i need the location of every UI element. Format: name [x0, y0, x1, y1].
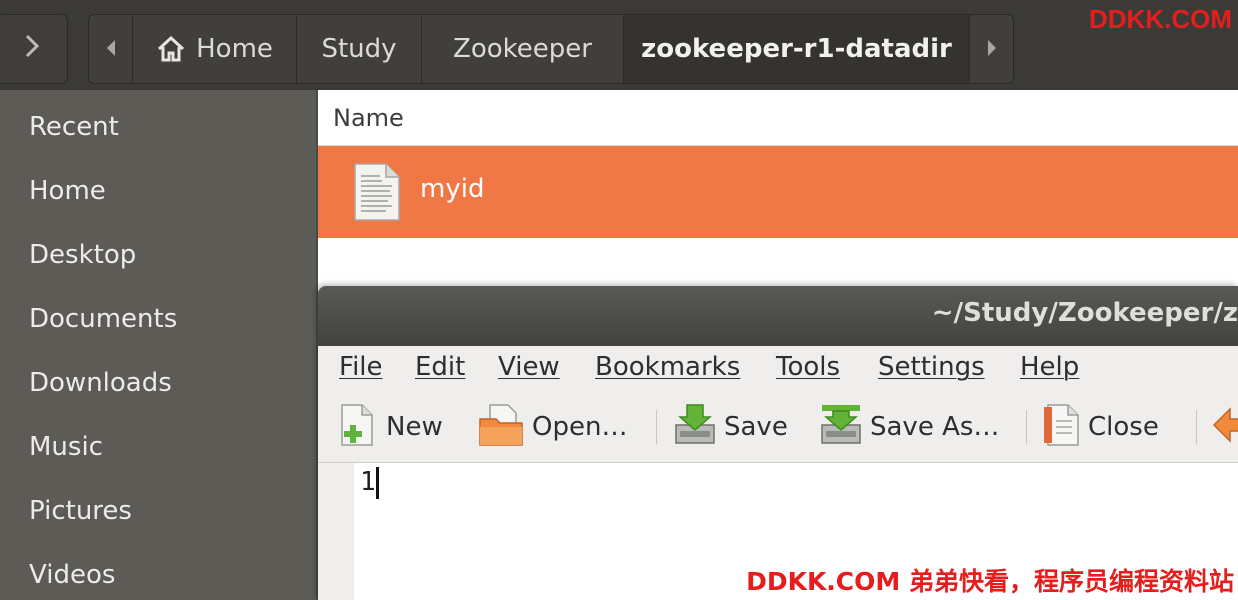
save-icon	[672, 403, 718, 451]
menu-tools[interactable]: Tools	[776, 352, 840, 382]
home-icon	[156, 36, 186, 62]
arrow-left-icon	[1210, 405, 1238, 449]
chevron-right-icon	[987, 37, 997, 61]
watermark-bottom: DDKK.COM 弟弟快看，程序员编程资料站	[746, 567, 1234, 596]
sidebar-item-home[interactable]: Home	[29, 176, 106, 206]
breadcrumb-study[interactable]: Study	[297, 15, 422, 83]
new-document-icon	[338, 403, 380, 451]
column-header-label: Name	[333, 103, 404, 132]
save-as-icon	[818, 403, 864, 451]
breadcrumb-label: Study	[321, 34, 397, 64]
file-name: myid	[420, 174, 485, 204]
sidebar-item-documents[interactable]: Documents	[29, 304, 177, 334]
column-header-name[interactable]: Name	[318, 90, 1238, 146]
sidebar-item-downloads[interactable]: Downloads	[29, 368, 172, 398]
close-document-icon	[1042, 403, 1082, 451]
new-label: New	[386, 412, 443, 442]
breadcrumb-label: Home	[196, 34, 273, 64]
sidebar-item-music[interactable]: Music	[29, 432, 103, 462]
toolbar-separator	[1026, 410, 1027, 444]
save-button[interactable]: Save	[672, 404, 788, 450]
text-file-icon	[352, 162, 402, 226]
editor-titlebar[interactable]: ~/Study/Zookeeper/z	[318, 286, 1238, 346]
back-button[interactable]	[1210, 404, 1238, 450]
breadcrumb-scroll-right[interactable]	[970, 15, 1013, 83]
path-bar: Home Study Zookeeper zookeeper-r1-datadi…	[0, 0, 1238, 90]
toolbar-separator	[656, 410, 657, 444]
file-row-myid[interactable]: myid	[318, 146, 1238, 238]
save-label: Save	[724, 412, 788, 442]
window-title: ~/Study/Zookeeper/z	[931, 298, 1238, 328]
close-label: Close	[1088, 412, 1159, 442]
breadcrumb-label: zookeeper-r1-datadir	[641, 34, 952, 64]
breadcrumb-label: Zookeeper	[453, 34, 592, 64]
open-folder-icon	[478, 403, 526, 451]
save-as-button[interactable]: Save As…	[818, 404, 999, 450]
text-content: 1	[360, 467, 376, 497]
menu-file[interactable]: File	[339, 352, 383, 382]
toolbar-separator	[1196, 410, 1197, 444]
toolbar: New Open… Save Save As… Close	[318, 390, 1238, 463]
chevron-left-icon	[106, 37, 116, 61]
menu-edit[interactable]: Edit	[415, 352, 465, 382]
open-button[interactable]: Open…	[478, 404, 627, 450]
sidebar-item-pictures[interactable]: Pictures	[29, 496, 132, 526]
editor-gutter	[318, 463, 354, 600]
watermark-top: DDKK.COM	[1089, 4, 1232, 34]
sidebar-item-recent[interactable]: Recent	[29, 112, 119, 142]
chevron-right-icon	[24, 34, 40, 64]
breadcrumb-datadir[interactable]: zookeeper-r1-datadir	[624, 15, 970, 83]
forward-button[interactable]	[0, 14, 68, 84]
breadcrumb-home[interactable]: Home	[133, 15, 297, 83]
breadcrumb-zookeeper[interactable]: Zookeeper	[422, 15, 624, 83]
menu-view[interactable]: View	[498, 352, 560, 382]
sidebar-item-desktop[interactable]: Desktop	[29, 240, 136, 270]
open-label: Open…	[532, 412, 628, 442]
save-as-label: Save As…	[870, 412, 1000, 442]
menu-bar: File Edit View Bookmarks Tools Settings …	[318, 346, 1238, 390]
editor-window: ~/Study/Zookeeper/z File Edit View Bookm…	[318, 286, 1238, 600]
text-cursor	[376, 467, 379, 499]
new-button[interactable]: New	[338, 404, 443, 450]
close-button[interactable]: Close	[1042, 404, 1159, 450]
breadcrumb: Home Study Zookeeper zookeeper-r1-datadi…	[88, 14, 1014, 84]
sidebar-item-videos[interactable]: Videos	[29, 560, 115, 590]
breadcrumb-scroll-left[interactable]	[89, 15, 133, 83]
menu-settings[interactable]: Settings	[878, 352, 985, 382]
menu-bookmarks[interactable]: Bookmarks	[595, 352, 740, 382]
menu-help[interactable]: Help	[1020, 352, 1079, 382]
sidebar: Recent Home Desktop Documents Downloads …	[0, 90, 316, 600]
